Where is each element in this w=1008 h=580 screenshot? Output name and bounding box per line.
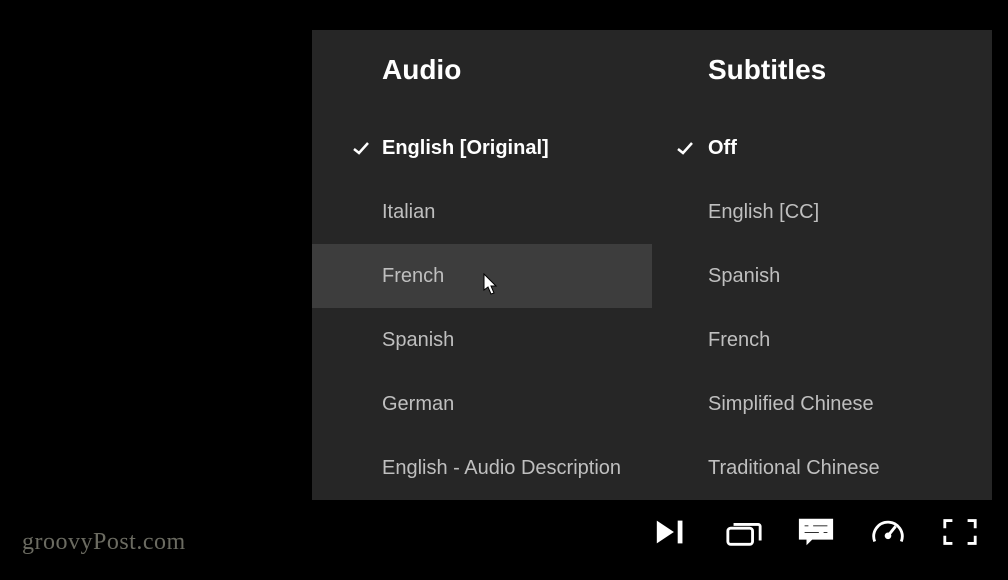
audio-option-label: French	[382, 265, 444, 288]
audio-option[interactable]: English [Original]	[312, 116, 652, 180]
audio-title: Audio	[312, 54, 652, 86]
audio-option-label: Italian	[382, 201, 435, 224]
subtitle-option-label: Traditional Chinese	[708, 457, 880, 480]
check-icon	[352, 139, 382, 157]
subtitle-option[interactable]: English [CC]	[652, 180, 992, 244]
audio-option[interactable]: French	[312, 244, 652, 308]
audio-option-label: English - Audio Description	[382, 457, 621, 480]
subtitle-option-label: Simplified Chinese	[708, 393, 874, 416]
player-controls	[652, 516, 980, 548]
episodes-button[interactable]	[724, 516, 764, 548]
audio-option[interactable]: Spanish	[312, 308, 652, 372]
subtitle-option-label: Off	[708, 137, 737, 160]
subtitle-option-label: English [CC]	[708, 201, 819, 224]
next-episode-button[interactable]	[652, 516, 692, 548]
subtitles-button[interactable]	[796, 516, 836, 548]
audio-list: English [Original] Italian French Spanish Ge…	[312, 116, 652, 500]
subtitle-option-label: French	[708, 329, 770, 352]
audio-option[interactable]: German	[312, 372, 652, 436]
check-icon	[676, 139, 708, 157]
audio-option[interactable]: Italian	[312, 180, 652, 244]
watermark-text: groovyPost.com	[22, 529, 186, 556]
fullscreen-button[interactable]	[940, 516, 980, 548]
audio-option[interactable]: English - Audio Description	[312, 436, 652, 500]
audio-option-label: German	[382, 393, 454, 416]
audio-option-label: English [Original]	[382, 137, 549, 160]
subtitle-option[interactable]: Simplified Chinese	[652, 372, 992, 436]
subtitle-option[interactable]: French	[652, 308, 992, 372]
audio-subtitle-panel: Audio English [Original] Italian French Spa…	[312, 30, 992, 500]
subtitles-title: Subtitles	[652, 54, 992, 86]
subtitle-option[interactable]: Traditional Chinese	[652, 436, 992, 500]
subtitles-list: Off English [CC] Spanish French Simplified C…	[652, 116, 992, 500]
playback-speed-button[interactable]	[868, 516, 908, 548]
subtitle-option[interactable]: Spanish	[652, 244, 992, 308]
audio-column: Audio English [Original] Italian French Spa…	[312, 30, 652, 500]
audio-option-label: Spanish	[382, 329, 454, 352]
subtitle-option-label: Spanish	[708, 265, 780, 288]
subtitles-column: Subtitles Off English [CC] Spanish French Si…	[652, 30, 992, 500]
subtitle-option[interactable]: Off	[652, 116, 992, 180]
